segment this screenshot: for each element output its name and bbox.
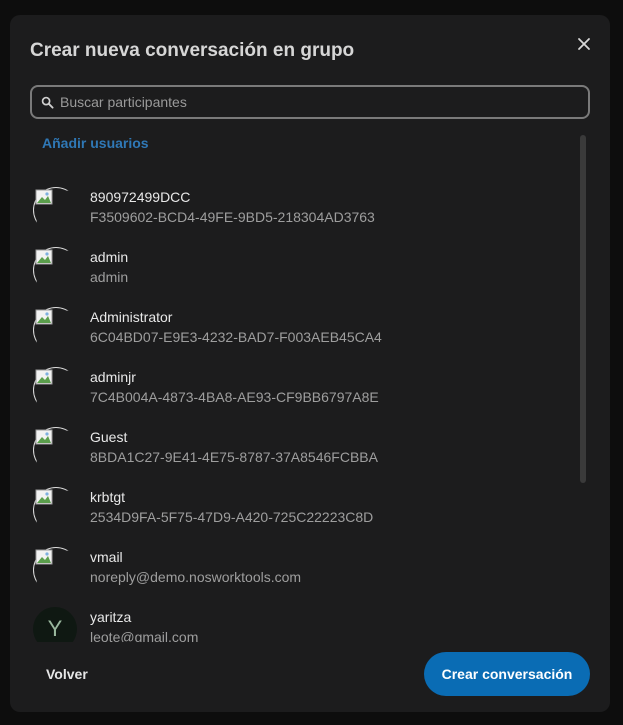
user-name: yaritza [90, 609, 132, 625]
avatar [33, 247, 77, 291]
user-name: adminjr [90, 369, 136, 385]
broken-image-icon [33, 187, 77, 231]
broken-image-icon [33, 427, 77, 471]
broken-image-icon [33, 367, 77, 411]
close-icon [578, 38, 590, 50]
broken-image-icon [33, 307, 77, 351]
search-icon [41, 96, 54, 109]
close-button[interactable] [572, 32, 596, 56]
create-conversation-button[interactable]: Crear conversación [424, 652, 590, 696]
create-group-dialog: Crear nueva conversación en grupo Añadir… [10, 15, 610, 712]
user-list: 890972499DCC F3509602-BCD4-49FE-9BD5-218… [10, 175, 580, 642]
scrollbar-thumb[interactable] [580, 135, 586, 483]
search-box[interactable] [30, 85, 590, 119]
broken-image-icon [33, 547, 77, 591]
avatar [33, 307, 77, 351]
user-list-item[interactable]: adminjr 7C4B004A-4873-4BA8-AE93-CF9BB679… [10, 355, 580, 415]
user-subtitle: F3509602-BCD4-49FE-9BD5-218304AD3763 [90, 209, 375, 225]
avatar [33, 367, 77, 411]
add-users-link[interactable]: Añadir usuarios [42, 135, 149, 151]
back-button[interactable]: Volver [46, 666, 88, 682]
user-subtitle: leote@gmail.com [90, 629, 199, 642]
user-name: Administrator [90, 309, 173, 325]
user-subtitle: 7C4B004A-4873-4BA8-AE93-CF9BB6797A8E [90, 389, 379, 405]
search-input[interactable] [54, 87, 588, 117]
user-list-item[interactable]: Y yaritza leote@gmail.com [10, 595, 580, 642]
avatar [33, 187, 77, 231]
user-name: vmail [90, 549, 123, 565]
avatar [33, 427, 77, 471]
dialog-title: Crear nueva conversación en grupo [30, 40, 355, 61]
user-list-item[interactable]: admin admin [10, 235, 580, 295]
user-list-item[interactable]: Guest 8BDA1C27-9E41-4E75-8787-37A8546FCB… [10, 415, 580, 475]
user-name: 890972499DCC [90, 189, 191, 205]
user-subtitle: 8BDA1C27-9E41-4E75-8787-37A8546FCBBA [90, 449, 378, 465]
avatar [33, 487, 77, 531]
broken-image-icon [33, 247, 77, 291]
user-subtitle: noreply@demo.nosworktools.com [90, 569, 302, 585]
user-name: Guest [90, 429, 128, 445]
participants-scroll-area[interactable]: Añadir usuarios 890972499DCC F3509602-BC… [10, 125, 610, 642]
user-subtitle: 2534D9FA-5F75-47D9-A420-725C22223C8D [90, 509, 374, 525]
user-subtitle: 6C04BD07-E9E3-4232-BAD7-F003AEB45CA4 [90, 329, 382, 345]
avatar-initial: Y [33, 607, 77, 642]
user-list-item[interactable]: vmail noreply@demo.nosworktools.com [10, 535, 580, 595]
user-name: krbtgt [90, 489, 126, 505]
avatar [33, 547, 77, 591]
user-name: admin [90, 249, 129, 265]
broken-image-icon [33, 487, 77, 531]
user-list-item[interactable]: Administrator 6C04BD07-E9E3-4232-BAD7-F0… [10, 295, 580, 355]
user-list-item[interactable]: krbtgt 2534D9FA-5F75-47D9-A420-725C22223… [10, 475, 580, 535]
user-subtitle: admin [90, 269, 129, 285]
user-list-item[interactable]: 890972499DCC F3509602-BCD4-49FE-9BD5-218… [10, 175, 580, 235]
avatar: Y [33, 607, 77, 642]
